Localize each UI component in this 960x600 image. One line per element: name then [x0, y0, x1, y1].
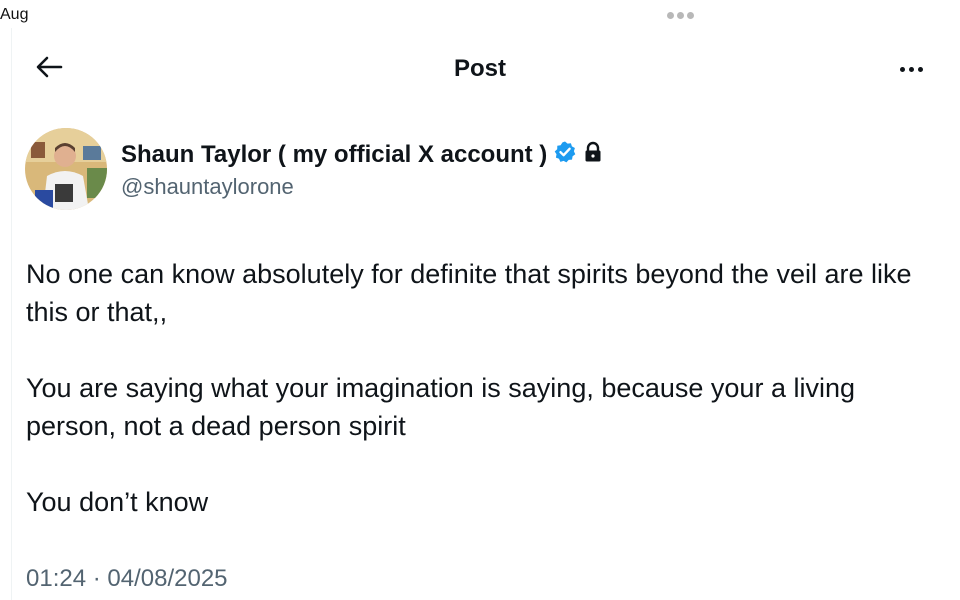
handle-dot — [667, 12, 674, 19]
more-horizontal-icon — [899, 66, 905, 72]
author-handle[interactable]: @shauntaylorone — [121, 174, 294, 200]
display-name-row: Shaun Taylor ( my official X account ) — [121, 140, 603, 169]
more-horizontal-icon — [908, 66, 914, 72]
author-block: Shaun Taylor ( my official X account ) @… — [25, 128, 725, 212]
avatar[interactable] — [25, 128, 107, 210]
multitasking-handle[interactable] — [667, 12, 694, 19]
author-display-name[interactable]: Shaun Taylor ( my official X account ) — [121, 141, 547, 169]
lock-icon — [583, 141, 603, 168]
timestamp-separator: · — [92, 565, 101, 592]
status-bar-date-fragment: Aug — [0, 6, 29, 23]
tweet-text: No one can know absolutely for definite … — [26, 255, 941, 521]
post-timestamp[interactable]: 01:24 · 04/08/2025 — [26, 565, 228, 593]
page-title: Post — [453, 55, 506, 82]
verified-badge-icon — [553, 140, 577, 169]
post-header: Post — [0, 40, 960, 96]
more-options-button[interactable] — [894, 62, 928, 76]
tweet-paragraph: You don’t know — [26, 487, 209, 517]
tweet-paragraph: No one can know absolutely for definite … — [26, 259, 912, 327]
tweet-paragraph: You are saying what your imagination is … — [26, 373, 855, 441]
post-date: 04/08/2025 — [107, 565, 228, 592]
handle-dot — [687, 12, 694, 19]
more-horizontal-icon — [917, 66, 923, 72]
post-time: 01:24 — [26, 565, 87, 592]
handle-dot — [677, 12, 684, 19]
post-screen: Aug Post Shaun Taylor (my official X ac… — [0, 0, 960, 600]
